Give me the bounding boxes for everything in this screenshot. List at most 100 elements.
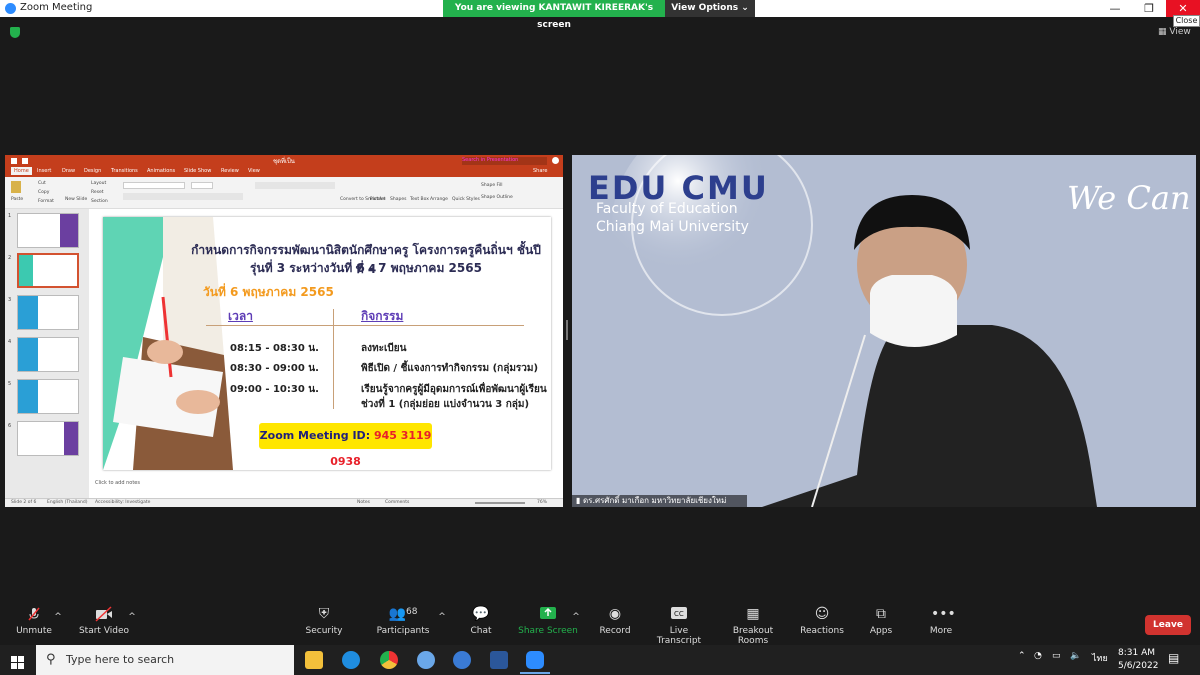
network-icon[interactable]: ▭	[1052, 651, 1061, 661]
slide-thumb-1[interactable]	[17, 213, 79, 248]
close-icon: ✕	[1178, 2, 1188, 15]
unmute-label: Unmute	[16, 626, 52, 636]
clock-time[interactable]: 8:31 AM	[1118, 648, 1155, 658]
view-button[interactable]: ▦ View	[1158, 27, 1191, 37]
start-video-button[interactable]: Start Video	[78, 606, 130, 636]
live-transcript-button[interactable]: CC Live Transcript	[648, 606, 710, 646]
new-slide-label[interactable]: New Slide	[65, 197, 87, 202]
chrome-icon[interactable]	[380, 651, 398, 669]
textbox-label[interactable]: Text Box	[410, 197, 429, 202]
chat-button[interactable]: 💬 Chat	[463, 606, 499, 636]
share-options-caret[interactable]: ^	[571, 612, 581, 622]
cut-label[interactable]: Cut	[38, 181, 46, 186]
minimize-button[interactable]: —	[1098, 0, 1132, 17]
globe-icon[interactable]	[453, 651, 471, 669]
current-slide[interactable]: กำหนดการกิจกรรมพัฒนานิสิตนักศึกษาครู โคร…	[103, 217, 551, 470]
reset-label[interactable]: Reset	[91, 190, 104, 195]
unmute-button[interactable]: Unmute	[12, 606, 56, 636]
windows-start-icon[interactable]	[11, 654, 24, 673]
save-icon[interactable]	[22, 158, 28, 164]
user-icon[interactable]	[552, 157, 559, 164]
section-label[interactable]: Section	[91, 199, 108, 204]
arrange-label[interactable]: Arrange	[430, 197, 448, 202]
app-icon[interactable]	[417, 651, 435, 669]
leave-button[interactable]: Leave	[1145, 615, 1191, 635]
participants-icon: 👥68	[388, 606, 418, 622]
slide-counter: Slide 2 of 6	[11, 500, 37, 505]
security-shield-icon[interactable]	[10, 27, 20, 38]
paste-icon[interactable]	[11, 181, 21, 193]
tab-home[interactable]: Home	[11, 167, 32, 175]
tab-draw[interactable]: Draw	[62, 168, 75, 174]
volume-icon[interactable]: 🔈	[1070, 651, 1081, 661]
file-explorer-icon[interactable]	[305, 651, 323, 669]
participants-button[interactable]: 👥68 Participants	[375, 606, 431, 636]
zoom-slider[interactable]	[475, 502, 525, 504]
participant-video[interactable]: EDU CMU Faculty of Education Chiang Mai …	[572, 155, 1196, 507]
tab-insert[interactable]: Insert	[37, 168, 51, 174]
slide-thumb-2[interactable]	[17, 253, 79, 288]
security-button[interactable]: ⛨ Security	[302, 606, 346, 636]
taskbar-search-input[interactable]: Type here to search	[36, 645, 294, 675]
picture-label[interactable]: Picture	[370, 197, 385, 202]
audio-options-caret[interactable]: ^	[53, 612, 63, 622]
thumb-blue-band	[18, 380, 38, 413]
zoom-taskbar-icon[interactable]	[526, 651, 544, 669]
more-button[interactable]: ••• More	[926, 606, 956, 636]
home-icon[interactable]	[11, 158, 17, 164]
accessibility-status[interactable]: Accessibility: Investigate	[95, 500, 150, 505]
tab-animations[interactable]: Animations	[147, 168, 175, 174]
ppt-share-button[interactable]: Share	[533, 168, 547, 174]
tab-slideshow[interactable]: Slide Show	[184, 168, 211, 174]
slide-thumb-5[interactable]	[17, 379, 79, 414]
font-family-select[interactable]	[123, 182, 185, 189]
tab-design[interactable]: Design	[84, 168, 101, 174]
copy-label[interactable]: Copy	[38, 190, 49, 195]
split-handle[interactable]	[566, 320, 568, 340]
edge-icon[interactable]	[342, 651, 360, 669]
tray-icon[interactable]: ◔	[1034, 651, 1042, 661]
restore-button[interactable]: ❐	[1132, 0, 1166, 17]
quick-styles-label[interactable]: Quick Styles	[452, 197, 480, 202]
breakout-rooms-button[interactable]: ▦ Breakout Rooms	[718, 606, 788, 646]
tray-chevron-icon[interactable]: ⌃	[1018, 651, 1026, 661]
participants-caret[interactable]: ^	[437, 612, 447, 622]
tab-transitions[interactable]: Transitions	[111, 168, 138, 174]
paste-label[interactable]: Paste	[11, 197, 23, 202]
format-label[interactable]: Format	[38, 199, 54, 204]
ppt-search-input[interactable]: Search in Presentation	[462, 157, 547, 165]
participant-name-text: ดร.ศรศักดิ์ มาเกือก มหาวิทยาลัยเชียงใหม่	[582, 496, 727, 505]
apps-button[interactable]: ⧉ Apps	[866, 606, 896, 636]
shape-outline-label[interactable]: Shape Outline	[481, 195, 513, 200]
video-options-caret[interactable]: ^	[127, 612, 137, 622]
paragraph-group[interactable]	[255, 182, 335, 189]
row-time: 08:15 - 08:30 น.	[230, 343, 319, 354]
share-screen-button[interactable]: Share Screen	[518, 606, 578, 636]
reactions-button[interactable]: ☺ Reactions	[800, 606, 844, 636]
view-options-button[interactable]: View Options ⌄	[665, 0, 755, 17]
slide-thumb-4[interactable]	[17, 337, 79, 372]
layout-label[interactable]: Layout	[91, 181, 106, 186]
shapes-label[interactable]: Shapes	[390, 197, 406, 202]
font-format-group[interactable]	[123, 193, 243, 200]
security-shield-icon: ⛨	[318, 606, 330, 622]
notes-field[interactable]: Click to add notes	[95, 480, 563, 490]
shape-fill-label[interactable]: Shape Fill	[481, 183, 503, 188]
notes-toggle[interactable]: Notes	[357, 500, 370, 505]
thumb-number: 3	[8, 297, 12, 303]
font-size-select[interactable]	[191, 182, 213, 189]
record-button[interactable]: ◉ Record	[595, 606, 635, 636]
tab-review[interactable]: Review	[221, 168, 239, 174]
input-language[interactable]: ไทย	[1092, 651, 1108, 665]
comments-toggle[interactable]: Comments	[385, 500, 409, 505]
clock-date[interactable]: 5/6/2022	[1118, 661, 1158, 671]
reactions-label: Reactions	[800, 626, 844, 636]
word-icon[interactable]	[490, 651, 508, 669]
zoom-percent[interactable]: 76%	[537, 500, 547, 505]
ppt-ribbon: Paste Cut Copy Format New Slide Layout R…	[5, 177, 563, 209]
slide-thumb-3[interactable]	[17, 295, 79, 330]
notifications-icon[interactable]: ▤	[1168, 651, 1179, 665]
slide-thumb-6[interactable]	[17, 421, 79, 456]
breakout-rooms-label: Breakout Rooms	[732, 626, 774, 646]
tab-view[interactable]: View	[248, 168, 260, 174]
